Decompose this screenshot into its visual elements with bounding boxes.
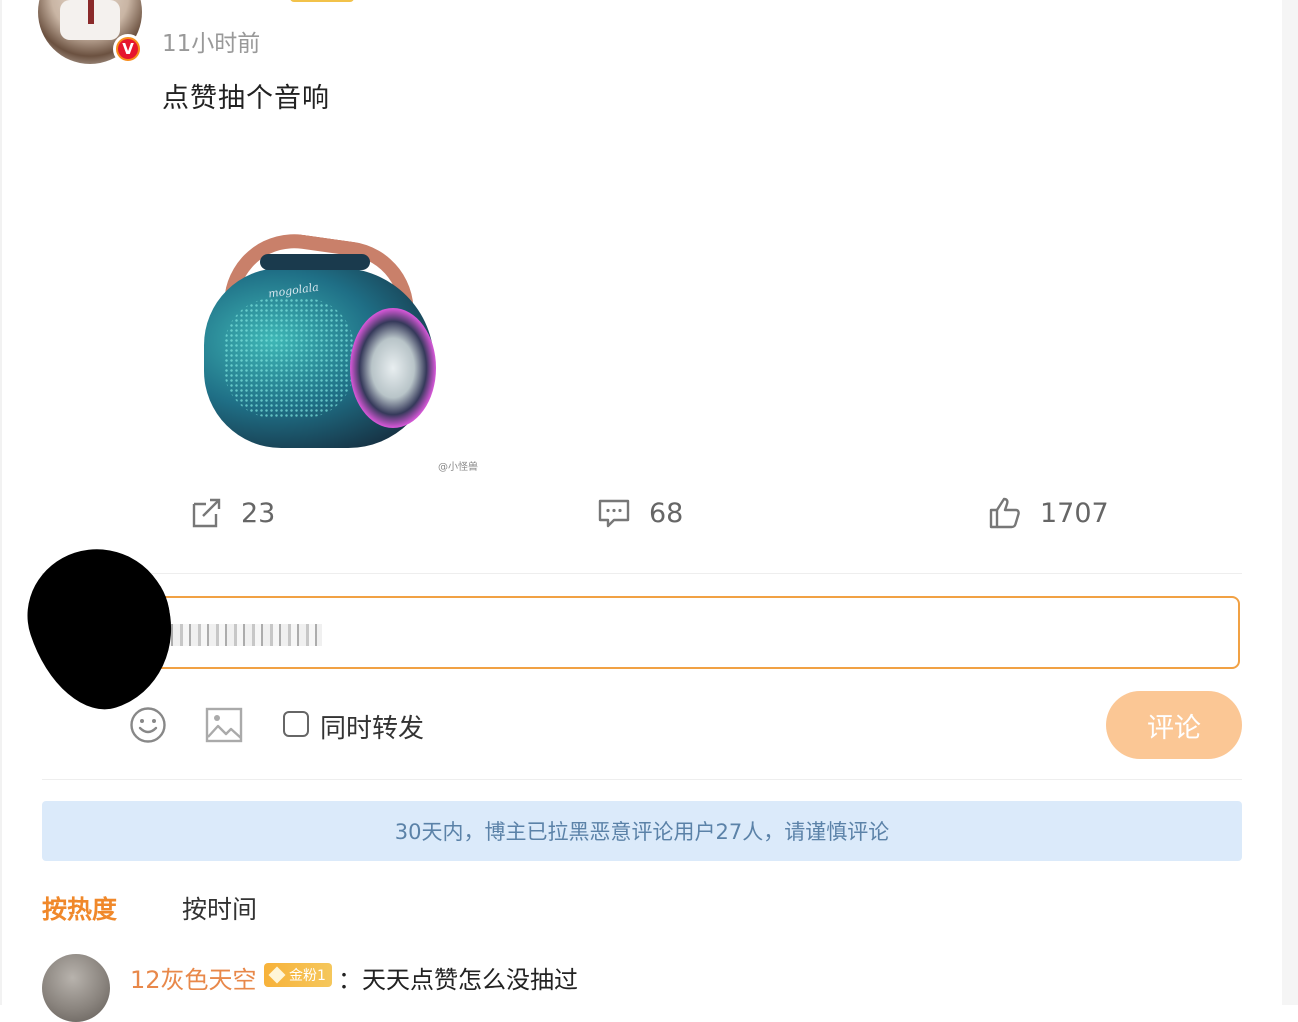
post-text: 点赞抽个音响 xyxy=(162,83,330,114)
like-icon xyxy=(989,497,1020,529)
like-button[interactable]: 1707 xyxy=(988,496,1109,530)
image-watermark: @小怪兽 xyxy=(438,462,478,473)
commenter-username[interactable]: 12灰色天空 xyxy=(130,960,257,995)
left-gutter xyxy=(0,0,2,1005)
repost-count: 23 xyxy=(241,497,276,529)
repost-checkbox[interactable] xyxy=(283,711,309,737)
post-image[interactable]: mogolala xyxy=(190,225,450,458)
tab-sort-time[interactable]: 按时间 xyxy=(182,890,257,926)
emoji-icon[interactable] xyxy=(129,706,167,744)
right-scroll-area xyxy=(1282,0,1298,1005)
fan-badge-label: 金粉1 xyxy=(289,968,326,984)
image-icon[interactable] xyxy=(205,707,243,743)
post-timestamp[interactable]: 11小时前 xyxy=(162,24,260,58)
comment-text: ：天天点赞怎么没抽过 xyxy=(338,966,578,994)
blurred-input-text xyxy=(162,624,322,646)
comment-count: 68 xyxy=(649,497,684,529)
like-count: 1707 xyxy=(1040,497,1109,529)
tab-sort-hot[interactable]: 按热度 xyxy=(42,890,117,926)
speaker-ring xyxy=(350,308,436,428)
divider xyxy=(42,573,1242,574)
redaction-scribble xyxy=(60,560,170,680)
avatar-tie xyxy=(88,0,94,24)
commenter-avatar[interactable] xyxy=(42,954,110,1022)
speaker-grille xyxy=(224,298,354,418)
author-badge xyxy=(290,0,354,2)
gem-icon xyxy=(268,966,286,984)
repost-checkbox-label[interactable]: 同时转发 xyxy=(320,708,424,745)
block-notice: 30天内，博主已拉黑恶意评论用户27人，请谨慎评论 xyxy=(42,801,1242,861)
comment-button[interactable]: 68 xyxy=(597,496,683,530)
verified-v-icon: V xyxy=(113,34,143,64)
submit-comment-button[interactable]: 评论 xyxy=(1106,691,1242,759)
divider xyxy=(42,779,1242,780)
repost-icon xyxy=(192,498,221,528)
repost-button[interactable]: 23 xyxy=(189,496,275,530)
fan-badge: 金粉1 xyxy=(264,963,332,987)
comment-input[interactable] xyxy=(60,596,1240,669)
comment-icon xyxy=(598,499,630,528)
speaker-buttons xyxy=(260,254,370,270)
